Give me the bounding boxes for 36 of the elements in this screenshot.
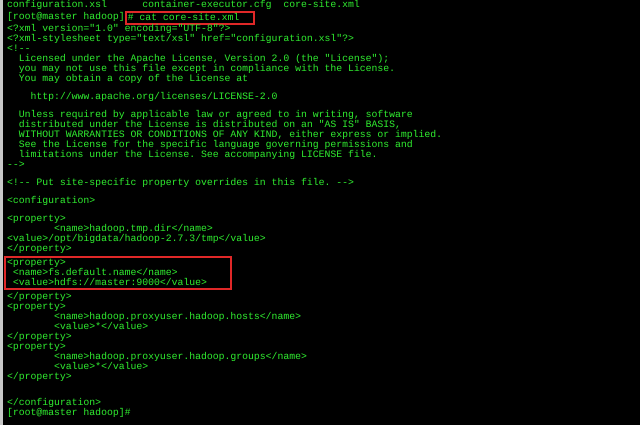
terminal-line: <value>*</value> [54,322,150,332]
terminal-line: </configuration> [7,398,102,408]
terminal-line: configuration.xsl container-executor.cfg core-site.xml [7,0,361,10]
terminal-line: <value>hdfs://master:9000</value> [12,278,208,288]
terminal-line: <value>*</value> [54,362,150,372]
terminal-line: <name>hadoop.proxyuser.hadoop.groups</name> [53,352,308,362]
terminal-line: <name>hadoop.proxyuser.hadoop.hosts</name> [53,312,302,322]
prompt-text: [root@master hadoop] [7,11,125,22]
terminal-line: limitations under the License. See accompanying LICENSE file. [18,150,378,160]
terminal-line: You may obtain a copy of the License at [18,74,250,84]
command-text: # cat core-site.xml [124,11,256,25]
terminal-line: <?xml-stylesheet type="text/xsl" href="configuration.xsl"?> [7,34,355,44]
terminal-line: http://www.apache.org/licenses/LICENSE-2.0 [30,92,278,102]
terminal-line: <property> [7,214,66,224]
terminal-line: <?xml version="1.0" encoding="UTF-8"?> [7,24,230,34]
terminal-line: </property> [7,372,73,382]
terminal-line: <name>fs.default.name</name> [12,268,178,278]
terminal-line: <name>hadoop.tmp.dir</name> [54,224,213,234]
terminal-line: distributed under the License is distributed on an "AS IS" BASIS, [18,120,401,130]
terminal-line: <!-- Put site-specific property overrides in this file. --> [7,178,355,188]
terminal-line: <property> [7,342,66,352]
terminal-line: </property> [7,332,73,342]
terminal-line: [root@master hadoop]# [7,408,132,418]
terminal-line: Unless required by applicable law or agreed to in writing, software [18,110,414,120]
terminal-line: <value>/opt/bigdata/hadoop-2.7.3/tmp</value> [7,234,267,244]
terminal-line: <configuration> [7,196,96,206]
terminal-line: </property> [7,292,73,302]
terminal-line: WITHOUT WARRANTIES OR CONDITIONS OF ANY KIND, either express or implied. [18,130,444,140]
terminal-line: </property> [7,244,73,254]
terminal-line: --> [7,160,26,170]
terminal-line: <property> [7,302,66,312]
terminal-line: <property> [7,258,66,268]
terminal-line: <!-- [7,44,31,54]
terminal-line: you may not use this file except in compliance with the License. [18,64,396,74]
terminal-line: Licensed under the Apache License, Version 2.0 (the "License"); [18,54,390,64]
terminal-line: See the License for the specific language governing permissions and [18,140,414,150]
